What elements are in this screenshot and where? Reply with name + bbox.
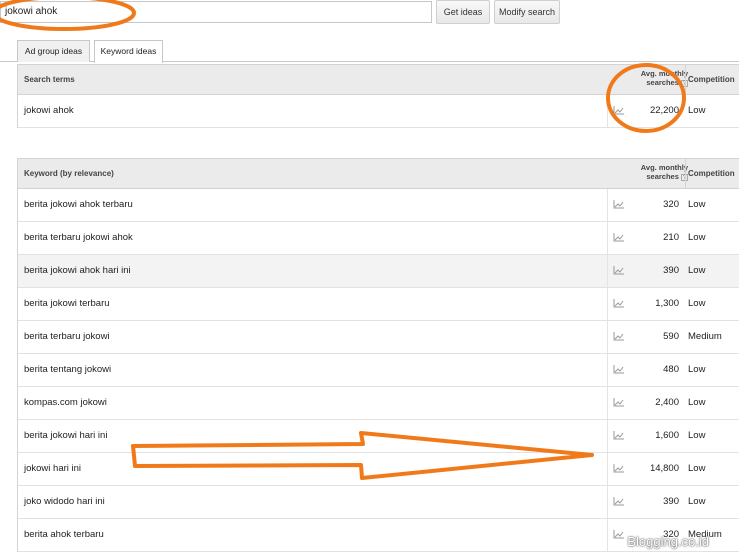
trend-chart-icon[interactable]: [613, 497, 624, 506]
search-input[interactable]: jokowi ahok: [0, 1, 432, 23]
keyword-ideas-table: Keyword (by relevance) Avg. monthly sear…: [17, 158, 739, 552]
keyword-cell[interactable]: berita ahok terbaru: [24, 519, 104, 551]
keyword-cell[interactable]: berita tentang jokowi: [24, 354, 111, 386]
competition-cell: Low: [688, 265, 706, 276]
keyword-cell[interactable]: berita jokowi terbaru: [24, 288, 110, 320]
searches-cell: 210: [663, 232, 679, 243]
trend-chart-icon[interactable]: [613, 106, 624, 115]
trend-chart-icon[interactable]: [613, 233, 624, 242]
column-divider: [607, 189, 608, 221]
trend-chart-icon[interactable]: [613, 365, 624, 374]
get-ideas-button[interactable]: Get ideas: [436, 0, 490, 24]
searches-cell: 1,600: [655, 430, 679, 441]
watermark: Blogging.co.id: [627, 534, 709, 549]
table-row[interactable]: berita jokowi ahok terbaru 320 Low: [18, 189, 739, 222]
table-row[interactable]: berita tentang jokowi 480 Low: [18, 354, 739, 387]
competition-header[interactable]: Competition: [688, 159, 735, 189]
table-row[interactable]: jokowi hari ini 14,800 Low: [18, 453, 739, 486]
column-divider: [607, 486, 608, 518]
trend-chart-icon[interactable]: [613, 299, 624, 308]
keyword-cell[interactable]: berita jokowi ahok terbaru: [24, 189, 133, 221]
keyword-header[interactable]: Keyword (by relevance): [24, 159, 114, 189]
avg-monthly-searches-header[interactable]: Avg. monthly searches ?: [626, 69, 688, 87]
searches-cell: 320: [663, 199, 679, 210]
column-divider: [607, 288, 608, 320]
searches-cell: 22,200: [649, 105, 679, 116]
keyword-cell[interactable]: kompas.com jokowi: [24, 387, 107, 419]
competition-cell: Low: [688, 463, 706, 474]
tab-ad-group-ideas[interactable]: Ad group ideas: [17, 40, 90, 62]
searches-cell: 1,300: [655, 298, 679, 309]
tab-keyword-ideas[interactable]: Keyword ideas: [94, 40, 163, 63]
column-divider: [607, 255, 608, 287]
competition-header[interactable]: Competition: [688, 65, 735, 95]
table-row[interactable]: berita jokowi terbaru 1,300 Low: [18, 288, 739, 321]
searches-cell: 480: [663, 364, 679, 375]
modify-search-button[interactable]: Modify search: [494, 0, 560, 24]
competition-cell: Low: [688, 298, 706, 309]
table-row[interactable]: berita jokowi hari ini 1,600 Low: [18, 420, 739, 453]
column-divider: [607, 95, 608, 127]
table-header: Keyword (by relevance) Avg. monthly sear…: [18, 159, 739, 189]
competition-cell: Medium: [688, 331, 722, 342]
column-divider: [607, 453, 608, 485]
avg-monthly-searches-header[interactable]: Avg. monthly searches ?: [626, 163, 688, 181]
table-row[interactable]: joko widodo hari ini 390 Low: [18, 486, 739, 519]
trend-chart-icon[interactable]: [613, 530, 624, 539]
searches-cell: 390: [663, 265, 679, 276]
competition-cell: Low: [688, 430, 706, 441]
keyword-cell[interactable]: jokowi ahok: [24, 95, 74, 127]
trend-chart-icon[interactable]: [613, 464, 624, 473]
competition-cell: Low: [688, 105, 706, 116]
column-divider: [685, 65, 686, 95]
table-row[interactable]: berita terbaru jokowi ahok 210 Low: [18, 222, 739, 255]
column-divider: [607, 354, 608, 386]
keyword-cell[interactable]: berita terbaru jokowi: [24, 321, 110, 353]
keyword-cell[interactable]: berita jokowi hari ini: [24, 420, 107, 452]
column-divider: [607, 420, 608, 452]
search-terms-table: Search terms Avg. monthly searches ? Com…: [17, 64, 739, 128]
searches-cell: 390: [663, 496, 679, 507]
keyword-cell[interactable]: berita jokowi ahok hari ini: [24, 255, 131, 287]
searches-cell: 590: [663, 331, 679, 342]
table-row[interactable]: kompas.com jokowi 2,400 Low: [18, 387, 739, 420]
column-divider: [607, 321, 608, 353]
competition-cell: Low: [688, 397, 706, 408]
column-divider: [607, 387, 608, 419]
table-header: Search terms Avg. monthly searches ? Com…: [18, 65, 739, 95]
searches-cell: 2,400: [655, 397, 679, 408]
trend-chart-icon[interactable]: [613, 332, 624, 341]
searches-cell: 14,800: [649, 463, 679, 474]
column-divider: [607, 519, 608, 551]
competition-cell: Low: [688, 496, 706, 507]
table-row[interactable]: berita terbaru jokowi 590 Medium: [18, 321, 739, 354]
keyword-cell[interactable]: joko widodo hari ini: [24, 486, 105, 518]
trend-chart-icon[interactable]: [613, 431, 624, 440]
trend-chart-icon[interactable]: [613, 266, 624, 275]
keyword-cell[interactable]: jokowi hari ini: [24, 453, 81, 485]
column-divider: [607, 222, 608, 254]
competition-cell: Low: [688, 364, 706, 375]
search-terms-header: Search terms: [24, 75, 75, 84]
keyword-cell[interactable]: berita terbaru jokowi ahok: [24, 222, 133, 254]
table-row[interactable]: berita jokowi ahok hari ini 390 Low: [18, 255, 739, 288]
trend-chart-icon[interactable]: [613, 200, 624, 209]
competition-cell: Low: [688, 232, 706, 243]
competition-cell: Low: [688, 199, 706, 210]
trend-chart-icon[interactable]: [613, 398, 624, 407]
column-divider: [685, 159, 686, 189]
table-row[interactable]: jokowi ahok 22,200 Low: [18, 95, 739, 128]
